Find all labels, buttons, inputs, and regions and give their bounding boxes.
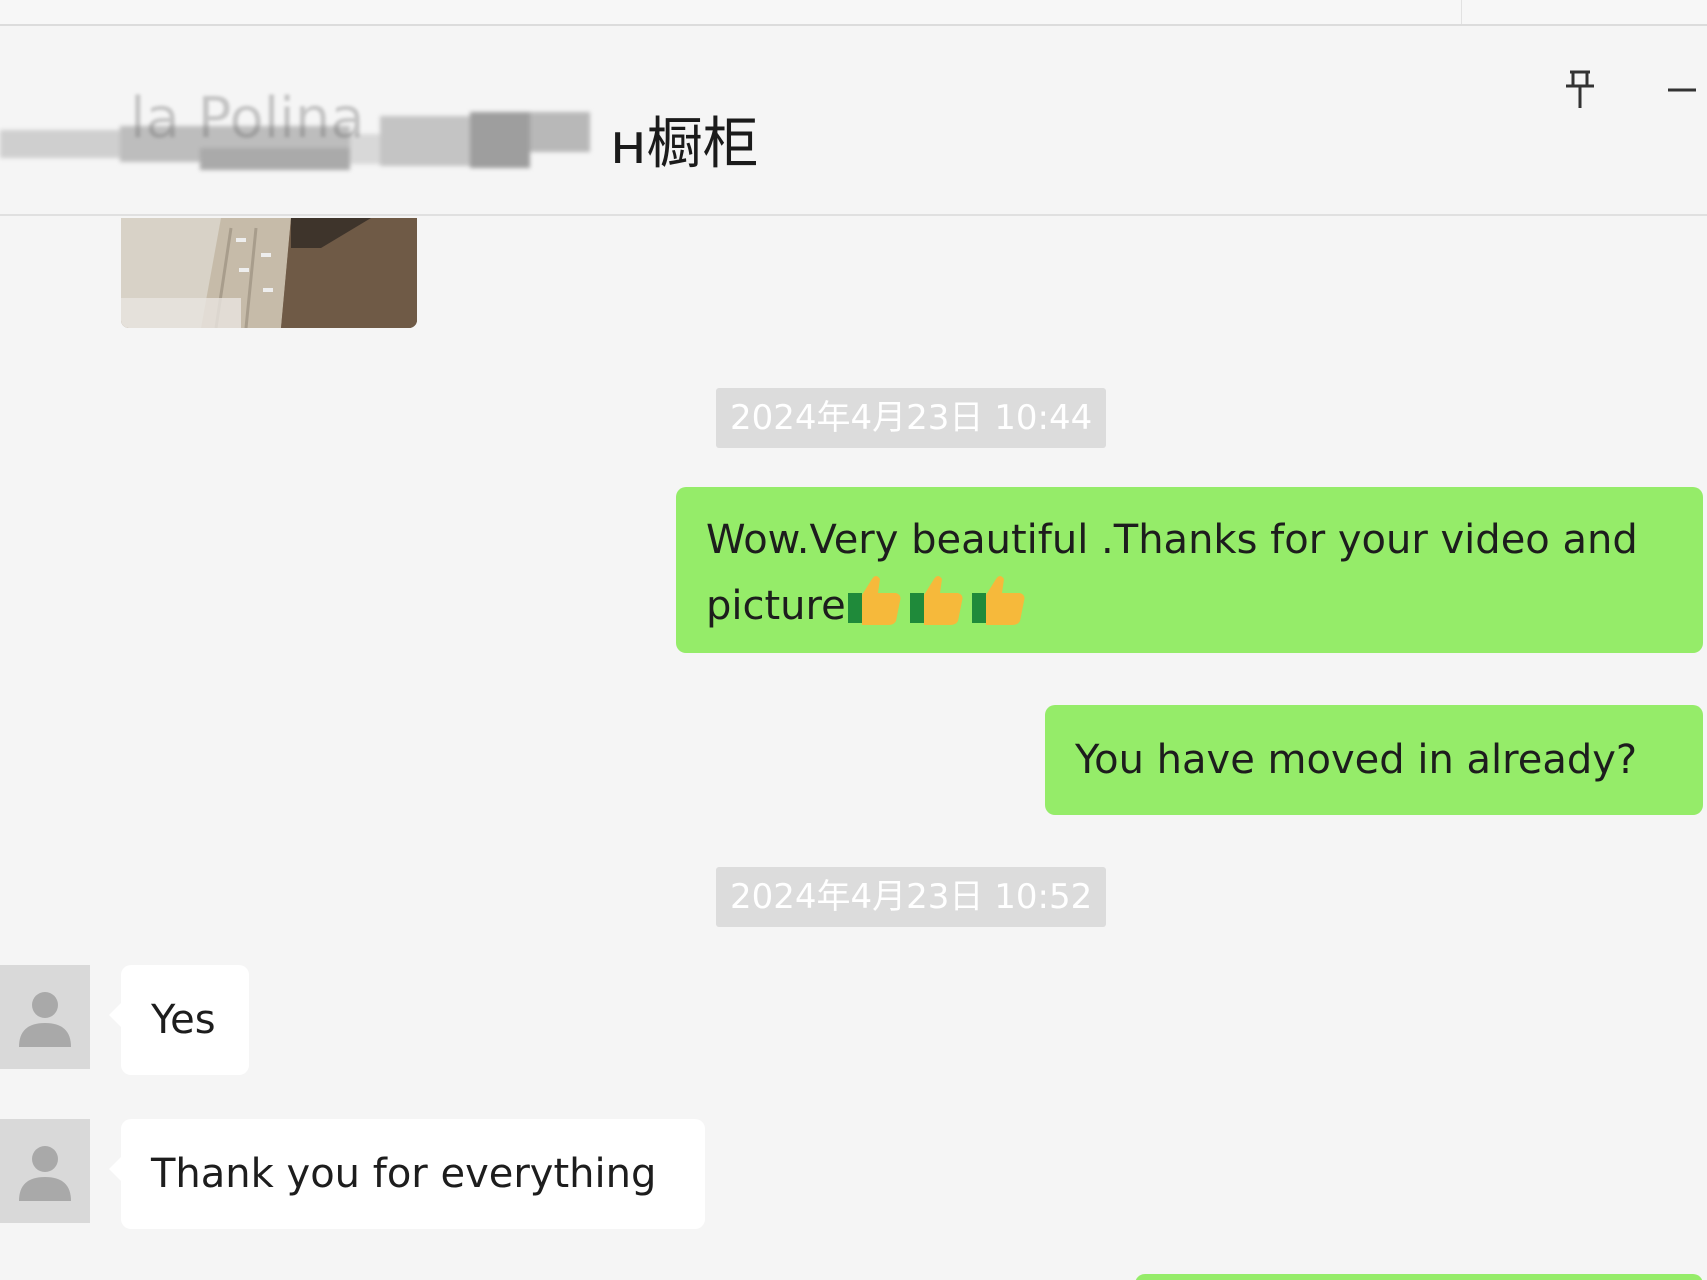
window-top-strip	[0, 0, 1707, 26]
outgoing-message-partial[interactable]	[1135, 1274, 1703, 1280]
pin-button[interactable]	[1562, 68, 1598, 112]
thumbs-up-icon	[846, 571, 1032, 645]
outgoing-message[interactable]: You have moved in already?	[1045, 705, 1703, 815]
minimize-button[interactable]	[1664, 68, 1700, 112]
avatar[interactable]	[0, 965, 90, 1069]
timestamp: 2024年4月23日 10:44	[716, 388, 1107, 448]
image-message[interactable]	[121, 218, 417, 328]
chat-header: н橱柜 la Polina	[0, 26, 1707, 216]
message-line-1: Wow.Very beautiful .Thanks for your vide…	[706, 517, 1638, 563]
message-text: picture	[706, 583, 846, 629]
chat-title: н橱柜	[610, 110, 759, 180]
chat-title-prefix: la Polina	[130, 86, 365, 151]
top-strip-divider	[1461, 0, 1462, 24]
timestamp: 2024年4月23日 10:52	[716, 867, 1107, 927]
default-avatar-icon	[19, 992, 71, 1047]
incoming-message[interactable]: Thank you for everything	[109, 1119, 705, 1229]
avatar[interactable]	[0, 1119, 90, 1223]
pin-icon	[1566, 70, 1594, 108]
chat-title-obscured: la Polina	[130, 84, 365, 154]
default-avatar-icon	[19, 1146, 71, 1201]
minimize-icon	[1668, 88, 1696, 92]
incoming-message[interactable]: Yes	[109, 965, 249, 1075]
outgoing-message[interactable]: Wow.Very beautiful .Thanks for your vide…	[676, 487, 1703, 653]
chat-title-suffix: н橱柜	[610, 112, 759, 177]
image-thumbnail	[121, 218, 417, 328]
chat-window: н橱柜 la Polina 2024年4月23日 10:44 Wow.Very …	[0, 0, 1707, 1280]
message-line-2: picture	[706, 571, 1673, 645]
